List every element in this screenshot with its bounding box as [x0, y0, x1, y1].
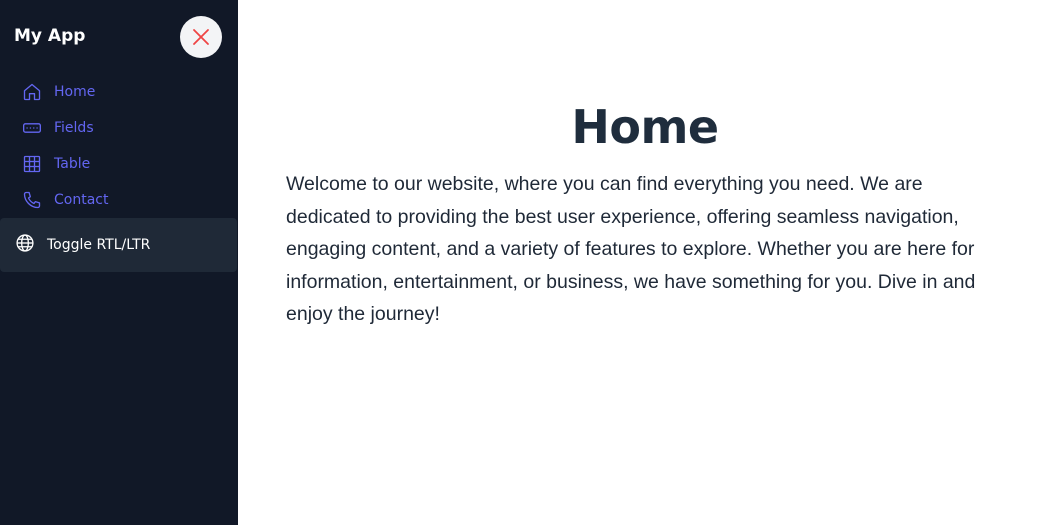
welcome-paragraph: Welcome to our website, where you can fi…	[286, 173, 976, 326]
grid-table-icon	[22, 154, 42, 174]
page-title: Home	[571, 100, 719, 154]
sidebar-item-label: Table	[54, 156, 91, 172]
sidebar-item-contact[interactable]: Contact	[0, 182, 238, 218]
toggle-label: Toggle RTL/LTR	[47, 237, 151, 253]
sidebar-item-label: Home	[54, 84, 96, 100]
sidebar-item-table[interactable]: Table	[0, 146, 238, 182]
sidebar-nav: Home Fields Table Contact	[0, 74, 238, 218]
close-icon	[193, 29, 209, 45]
input-field-icon	[22, 118, 42, 138]
sidebar-item-home[interactable]: Home	[0, 74, 238, 110]
app-title: My App	[14, 26, 86, 46]
home-icon	[22, 82, 42, 102]
globe-icon	[15, 233, 35, 258]
main-content: Home Welcome to our website, where you c…	[238, 0, 1052, 525]
toggle-rtl-ltr-button[interactable]: Toggle RTL/LTR	[0, 218, 237, 272]
phone-icon	[22, 190, 42, 210]
close-sidebar-button[interactable]	[180, 16, 222, 58]
sidebar-item-fields[interactable]: Fields	[0, 110, 238, 146]
sidebar: My App Home Fields Table Contact Toggle …	[0, 0, 238, 525]
sidebar-item-label: Fields	[54, 120, 94, 136]
sidebar-item-label: Contact	[54, 192, 109, 208]
